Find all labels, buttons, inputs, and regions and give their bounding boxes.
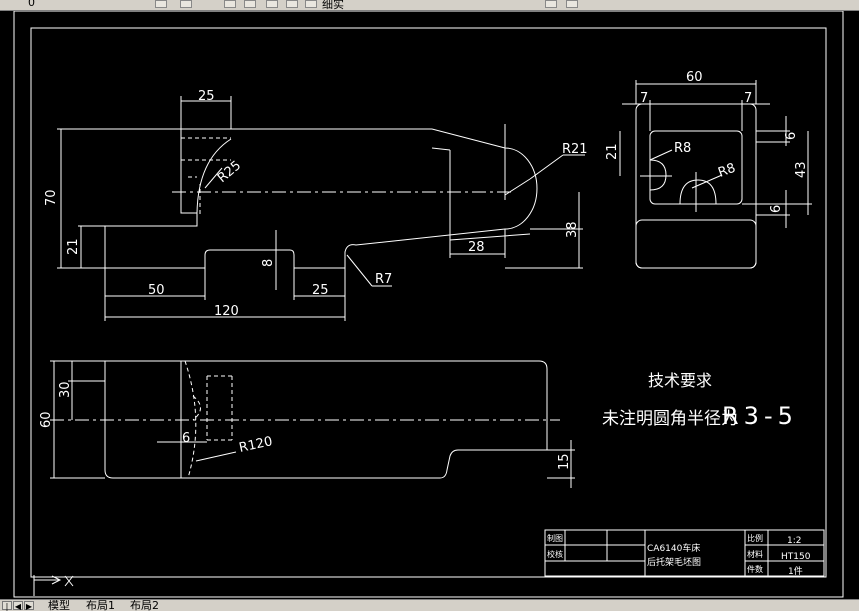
- drawing-canvas[interactable]: 25 70 21 R25 R21 38 28 8 R7 50 25 120 60…: [0, 11, 859, 599]
- tab-prev-button[interactable]: ◀: [13, 601, 23, 611]
- title-drawn-label: 制图: [547, 533, 563, 543]
- dim-7-right: 7: [744, 91, 752, 106]
- match-icon[interactable]: [244, 0, 256, 8]
- properties-icon[interactable]: [224, 0, 236, 8]
- layer-button[interactable]: [155, 0, 167, 8]
- tab-first-button[interactable]: |◀: [2, 601, 12, 611]
- tab-layout2[interactable]: 布局2: [130, 600, 159, 611]
- title-part-line1: CA6140车床: [647, 542, 700, 554]
- dim-r120: R120: [238, 434, 274, 456]
- ucs-icon: [33, 575, 74, 596]
- title-part-line2: 后托架毛坯图: [647, 556, 701, 568]
- outer-frame: [13, 11, 844, 598]
- dim-r21: R21: [562, 142, 588, 157]
- dim-style-icon[interactable]: [545, 0, 557, 8]
- text-style-dropdown[interactable]: 细实: [322, 0, 344, 10]
- dim-15: 15: [557, 453, 572, 470]
- table-style-icon[interactable]: [566, 0, 578, 8]
- layer-dropdown[interactable]: 0: [28, 0, 35, 9]
- dim-30: 30: [58, 381, 73, 398]
- dim-6-upper: 6: [784, 132, 799, 140]
- tech-requirements-title: 技术要求: [648, 371, 712, 390]
- title-material-value: HT150: [781, 552, 811, 562]
- dim-38: 38: [565, 221, 580, 238]
- layer-prev-button[interactable]: [180, 0, 192, 8]
- title-qty-value: 1件: [788, 565, 803, 577]
- plan-view: [50, 360, 575, 488]
- linetype-icon[interactable]: [286, 0, 298, 8]
- title-checked-label: 校核: [547, 549, 563, 559]
- dim-60-plan: 60: [39, 411, 54, 428]
- dim-60-side: 60: [686, 70, 703, 85]
- toolbar: 0 细实: [0, 0, 859, 11]
- title-scale-label: 比例: [747, 533, 763, 543]
- dim-70: 70: [44, 189, 59, 206]
- dim-6-plan: 6: [182, 431, 190, 446]
- color-icon[interactable]: [266, 0, 278, 8]
- dim-120: 120: [214, 304, 239, 319]
- dim-43: 43: [794, 161, 809, 178]
- dim-7-left: 7: [640, 91, 648, 106]
- tech-requirements-value: R3-5: [722, 402, 798, 430]
- dim-25-top: 25: [198, 89, 215, 104]
- tab-next-button[interactable]: ▶: [24, 601, 34, 611]
- tech-requirements-note: 未注明圆角半径为: [602, 409, 738, 429]
- dim-50: 50: [148, 283, 165, 298]
- dim-8: 8: [261, 259, 276, 267]
- dim-25-bottom: 25: [312, 283, 329, 298]
- title-scale-value: 1:2: [787, 536, 801, 546]
- side-view: [619, 80, 812, 269]
- layout-tab-bar: |◀ ◀ ▶ 模型 布局1 布局2: [0, 599, 859, 611]
- title-material-label: 材料: [747, 549, 763, 559]
- inner-frame: [30, 27, 827, 578]
- dim-r8-upper: R8: [674, 141, 691, 156]
- dim-21-left: 21: [66, 238, 81, 255]
- dim-r7: R7: [375, 272, 392, 287]
- dim-28: 28: [468, 240, 485, 255]
- lineweight-icon[interactable]: [305, 0, 317, 8]
- dim-6-lower: 6: [769, 205, 784, 213]
- dim-r8-lower: R8: [716, 161, 737, 181]
- tab-layout1[interactable]: 布局1: [86, 600, 115, 611]
- title-qty-label: 件数: [747, 564, 763, 574]
- dim-r25: R25: [215, 158, 244, 186]
- tab-model[interactable]: 模型: [48, 600, 70, 611]
- dim-21-side: 21: [605, 143, 620, 160]
